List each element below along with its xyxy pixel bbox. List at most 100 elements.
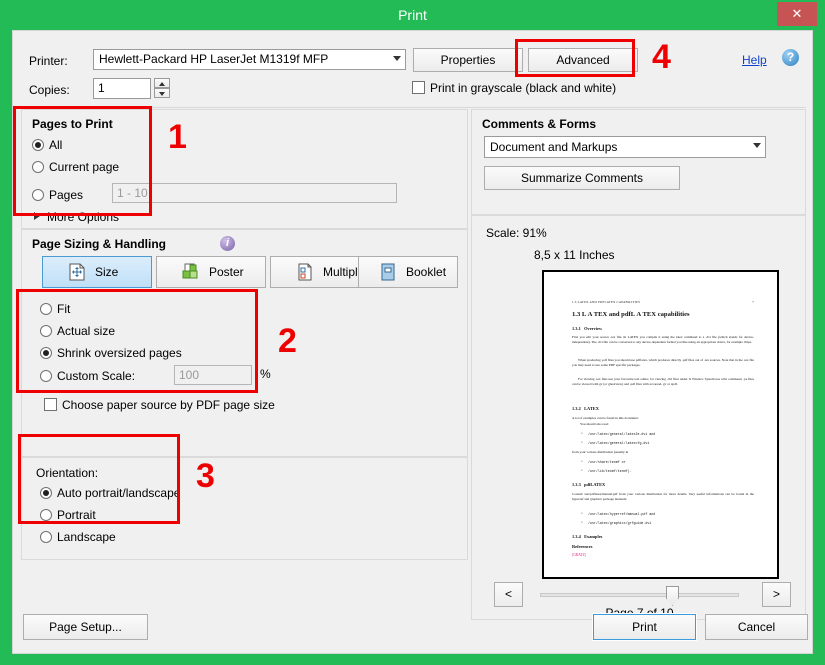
left-filler-area: [21, 560, 468, 620]
orientation-group: Orientation: Auto portrait/landscape Por…: [21, 457, 468, 560]
radio-scale-custom-label: Custom Scale:: [57, 369, 136, 383]
document-subheading-2: 1.3.2 LATEX: [572, 406, 599, 411]
document-sub2-intro2: You should also read: [580, 422, 609, 426]
document-paragraph-1: First you edit your source .tex file. In…: [572, 335, 754, 344]
radio-orientation-landscape[interactable]: Landscape: [40, 530, 116, 544]
radio-orientation-landscape-label: Landscape: [57, 530, 116, 544]
size-mode-button[interactable]: Size: [42, 256, 152, 288]
properties-button[interactable]: Properties: [413, 48, 523, 72]
custom-scale-value: 100: [179, 368, 200, 382]
print-grayscale-checkbox[interactable]: Print in grayscale (black and white): [412, 81, 616, 95]
orientation-title: Orientation:: [36, 466, 99, 480]
copies-value: 1: [98, 81, 105, 95]
pages-range-placeholder: 1 - 10: [117, 186, 148, 200]
printer-select[interactable]: Hewlett-Packard HP LaserJet M1319f MFP: [93, 49, 406, 70]
document-list-item: /usr/latex/general/latexcfg.dvi: [581, 441, 649, 446]
comments-forms-group: Comments & Forms Document and Markups Su…: [471, 109, 806, 215]
more-options-toggle[interactable]: More Options: [34, 210, 119, 224]
radio-icon: [32, 161, 44, 173]
copies-decrement-button[interactable]: [154, 88, 170, 98]
page-setup-button[interactable]: Page Setup...: [23, 614, 148, 640]
copies-increment-button[interactable]: [154, 78, 170, 88]
print-dialog-window: Print ✕ Printer: Hewlett-Packard HP Lase…: [0, 0, 825, 665]
radio-orientation-auto[interactable]: Auto portrait/landscape: [40, 486, 180, 500]
radio-scale-fit[interactable]: Fit: [40, 302, 70, 316]
radio-scale-shrink[interactable]: Shrink oversized pages: [40, 346, 182, 360]
close-icon[interactable]: ✕: [777, 2, 817, 26]
pages-range-input[interactable]: 1 - 10: [112, 183, 397, 203]
document-sub2-intro: A lot of examples can be found in this d…: [572, 416, 639, 420]
help-icon[interactable]: ?: [782, 49, 799, 66]
comments-forms-title: Comments & Forms: [482, 117, 597, 131]
booklet-mode-label: Booklet: [406, 265, 447, 279]
dialog-body: Printer: Hewlett-Packard HP LaserJet M13…: [12, 30, 813, 654]
summarize-comments-button[interactable]: Summarize Comments: [484, 166, 680, 190]
radio-icon: [32, 189, 44, 201]
document-subheading-1: 1.3.1 Overview: [572, 326, 603, 331]
print-grayscale-label: Print in grayscale (black and white): [430, 81, 617, 95]
radio-icon: [32, 139, 44, 151]
previous-page-button[interactable]: <: [494, 582, 523, 607]
radio-icon: [40, 370, 52, 382]
document-subheading-4: 1.3.4 Examples: [572, 534, 603, 539]
page-sizing-group: Page Sizing & Handling i Size Poster Mul…: [21, 229, 468, 457]
page-slider[interactable]: [540, 586, 739, 606]
pages-to-print-title: Pages to Print: [32, 117, 113, 131]
radio-icon: [40, 509, 52, 521]
radio-pages-all[interactable]: All: [32, 138, 62, 152]
page-resize-icon: [67, 262, 87, 282]
document-citation: [GRATZ]: [572, 553, 586, 557]
document-list-item: /usr/latex/hyperref/manual.pdf and: [581, 512, 655, 517]
multiple-pages-icon: [295, 262, 315, 282]
preview-panel: Scale: 91% 8,5 x 11 Inches 1.3 LATEX AND…: [471, 215, 806, 620]
document-subheading-3: 1.3.3 pdfLATEX: [572, 482, 606, 487]
document-paragraph-3: For viewing .tex files use your favourit…: [572, 377, 754, 386]
radio-icon: [40, 531, 52, 543]
window-title: Print: [398, 7, 427, 23]
radio-scale-fit-label: Fit: [57, 302, 71, 316]
radio-scale-actual-label: Actual size: [57, 324, 116, 338]
cancel-button[interactable]: Cancel: [705, 614, 808, 640]
next-page-button[interactable]: >: [762, 582, 791, 607]
page-slider-thumb[interactable]: [666, 586, 679, 606]
info-icon[interactable]: i: [220, 236, 235, 251]
booklet-icon: [378, 262, 398, 282]
booklet-mode-button[interactable]: Booklet: [358, 256, 458, 288]
document-list-item: /usr/latex/general/latex2e.dvi and: [581, 432, 655, 437]
radio-orientation-auto-label: Auto portrait/landscape: [57, 486, 181, 500]
print-button[interactable]: Print: [592, 613, 697, 641]
preview-paper[interactable]: 1.3 LATEX AND PDFLATEX CAPABILITIES 7 1.…: [542, 270, 779, 579]
preview-scale-label: Scale: 91%: [486, 226, 547, 240]
document-sub2-mid: from your various distribution (usually …: [572, 450, 629, 454]
copies-stepper[interactable]: [154, 78, 170, 99]
paper-source-checkbox[interactable]: Choose paper source by PDF page size: [44, 398, 275, 412]
divider: [21, 107, 806, 108]
document-paragraph-2: When producing .pdf files you should use…: [572, 358, 754, 367]
radio-scale-custom[interactable]: Custom Scale:: [40, 369, 135, 383]
custom-scale-input[interactable]: 100: [174, 365, 252, 385]
radio-icon: [40, 303, 52, 315]
document-heading: 1.3 L A TEX and pdfL A TEX capabilities: [572, 311, 690, 318]
poster-mode-button[interactable]: Poster: [156, 256, 266, 288]
advanced-button[interactable]: Advanced: [528, 48, 638, 72]
radio-pages-all-label: All: [49, 138, 63, 152]
radio-scale-actual[interactable]: Actual size: [40, 324, 115, 338]
document-running-head: 1.3 LATEX AND PDFLATEX CAPABILITIES 7: [572, 300, 754, 304]
poster-tiles-icon: [181, 262, 201, 282]
document-page-render: 1.3 LATEX AND PDFLATEX CAPABILITIES 7 1.…: [550, 278, 775, 575]
comments-forms-select[interactable]: Document and Markups: [484, 136, 766, 158]
checkbox-icon: [412, 81, 425, 94]
copies-input[interactable]: 1: [93, 78, 151, 99]
title-bar: Print ✕: [0, 0, 825, 30]
radio-pages-range[interactable]: Pages: [32, 188, 83, 202]
help-link[interactable]: Help: [742, 53, 767, 67]
chevron-right-icon: [34, 212, 40, 220]
document-references-label: References: [572, 544, 593, 549]
chevron-down-icon: [753, 143, 761, 148]
radio-pages-current[interactable]: Current page: [32, 160, 119, 174]
percent-label: %: [260, 367, 271, 381]
page-sizing-title: Page Sizing & Handling: [32, 237, 167, 251]
radio-orientation-portrait[interactable]: Portrait: [40, 508, 96, 522]
copies-label: Copies:: [29, 83, 70, 97]
more-options-label: More Options: [47, 210, 120, 224]
